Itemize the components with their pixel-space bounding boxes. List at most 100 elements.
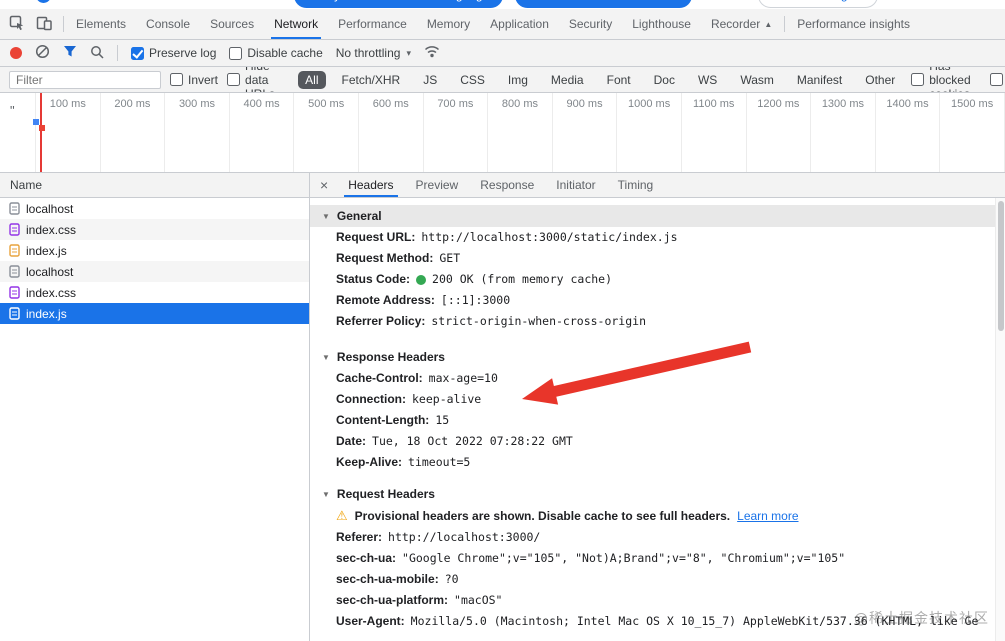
- checkbox-unchecked[interactable]: [911, 73, 925, 86]
- header-line: Connection: keep-alive: [336, 392, 482, 406]
- request-row-index-js[interactable]: index.js: [0, 240, 309, 261]
- timeline-tick: 1400 ms: [876, 93, 941, 172]
- provisional-headers-warning: ⚠ Provisional headers are shown. Disable…: [310, 505, 995, 527]
- match-language-button[interactable]: Always match Chrome's language: [294, 0, 504, 8]
- tab-lighthouse[interactable]: Lighthouse: [622, 9, 701, 39]
- tab-application[interactable]: Application: [480, 9, 559, 39]
- tab-sources[interactable]: Sources: [200, 9, 264, 39]
- preserve-log-checkbox[interactable]: Preserve log: [131, 46, 216, 60]
- banner-message: DevTools is now available in Chinese!: [59, 0, 268, 2]
- waterfall-marker: [33, 119, 47, 133]
- filter-pill-media[interactable]: Media: [544, 71, 591, 89]
- section-general[interactable]: ▼ General: [310, 205, 995, 227]
- filter-pill-css[interactable]: CSS: [453, 71, 492, 89]
- recorder-preview-badge-icon: ▲: [764, 19, 773, 29]
- scrollbar-thumb[interactable]: [997, 201, 1004, 331]
- network-overview-timeline[interactable]: 100 ms 200 ms 300 ms 400 ms 500 ms 600 m…: [0, 93, 1005, 173]
- tab-security[interactable]: Security: [559, 9, 622, 39]
- tab-memory[interactable]: Memory: [417, 9, 480, 39]
- disclosure-triangle-icon: ▼: [322, 352, 330, 362]
- filter-pill-other[interactable]: Other: [858, 71, 902, 89]
- network-conditions-icon[interactable]: [424, 45, 440, 61]
- tab-response[interactable]: Response: [469, 173, 545, 197]
- blocked-requests-checkbox[interactable]: [990, 73, 1003, 86]
- document-icon: [9, 202, 20, 215]
- filter-pill-doc[interactable]: Doc: [647, 71, 682, 89]
- clear-icon[interactable]: [35, 44, 50, 62]
- filter-pill-all[interactable]: All: [298, 70, 326, 89]
- tab-network[interactable]: Network: [264, 9, 328, 39]
- record-button[interactable]: [10, 47, 22, 59]
- switch-to-chinese-button[interactable]: Switch DevTools to Chinese: [515, 0, 692, 8]
- timeline-origin: [0, 93, 36, 172]
- header-line: Keep-Alive: timeout=5: [336, 455, 471, 469]
- timeline-tick: 800 ms: [488, 93, 553, 172]
- filter-pill-fetch-xhr[interactable]: Fetch/XHR: [335, 71, 408, 89]
- vertical-scrollbar[interactable]: [995, 198, 1005, 641]
- request-row-localhost[interactable]: localhost: [0, 261, 309, 282]
- checkbox-unchecked[interactable]: [229, 46, 243, 60]
- hide-data-urls-checkbox[interactable]: Hide data URLs: [227, 67, 289, 92]
- filter-pill-font[interactable]: Font: [600, 71, 638, 89]
- search-icon[interactable]: [90, 45, 104, 62]
- tab-elements[interactable]: Elements: [66, 9, 136, 39]
- network-toolbar: Preserve log Disable cache No throttling…: [0, 40, 1005, 67]
- tab-performance-insights[interactable]: Performance insights: [787, 9, 920, 39]
- header-line: Request Method: GET: [336, 251, 461, 265]
- header-line: Remote Address: [::1]:3000: [336, 293, 511, 307]
- language-banner: i DevTools is now available in Chinese! …: [0, 0, 1005, 9]
- timeline-tick: 400 ms: [230, 93, 295, 172]
- dont-show-again-button[interactable]: Don't show again: [757, 0, 878, 8]
- css-file-icon: [9, 286, 20, 299]
- request-row-index-css[interactable]: index.css: [0, 282, 309, 303]
- timeline-tick: 200 ms: [101, 93, 166, 172]
- filter-pill-js[interactable]: JS: [416, 71, 444, 89]
- divider: [117, 45, 118, 61]
- tab-headers[interactable]: Headers: [337, 173, 404, 197]
- header-line: Content-Length: 15: [336, 413, 450, 427]
- timeline-tick: 500 ms: [294, 93, 359, 172]
- document-icon: [9, 265, 20, 278]
- timeline-tick: 300 ms: [165, 93, 230, 172]
- request-row-localhost[interactable]: localhost: [0, 198, 309, 219]
- request-row-index-css[interactable]: index.css: [0, 219, 309, 240]
- filter-icon[interactable]: [63, 45, 77, 61]
- tab-initiator[interactable]: Initiator: [545, 173, 606, 197]
- disclosure-triangle-icon: ▼: [322, 211, 330, 221]
- section-request-headers[interactable]: ▼ Request Headers: [310, 483, 995, 505]
- device-toolbar-icon[interactable]: [36, 15, 52, 34]
- details-tabbar: × Headers Preview Response Initiator Tim…: [310, 173, 1005, 198]
- checkbox-unchecked[interactable]: [227, 73, 241, 86]
- request-list-panel: Name localhost index.css index.js localh…: [0, 173, 310, 641]
- throttling-dropdown[interactable]: No throttling ▾: [336, 46, 411, 60]
- checkbox-unchecked[interactable]: [170, 73, 183, 86]
- has-blocked-cookies-checkbox[interactable]: Has blocked cookies: [911, 67, 984, 92]
- watermark: @稀土掘金技术社区: [854, 611, 989, 627]
- tab-performance[interactable]: Performance: [328, 9, 417, 39]
- section-response-headers[interactable]: ▼ Response Headers: [310, 346, 995, 368]
- tab-preview[interactable]: Preview: [405, 173, 470, 197]
- timeline-tick: 1300 ms: [811, 93, 876, 172]
- timeline-tick: 900 ms: [553, 93, 618, 172]
- checkbox-checked[interactable]: [131, 46, 144, 60]
- request-row-index-js-selected[interactable]: index.js: [0, 303, 309, 324]
- tab-timing[interactable]: Timing: [607, 173, 665, 197]
- filter-pill-manifest[interactable]: Manifest: [790, 71, 849, 89]
- header-line: Request URL: http://localhost:3000/stati…: [336, 230, 678, 244]
- filter-pill-wasm[interactable]: Wasm: [733, 71, 781, 89]
- learn-more-link[interactable]: Learn more: [737, 505, 798, 527]
- invert-checkbox[interactable]: Invert: [170, 73, 218, 87]
- header-line: Status Code: 200 OK (from memory cache): [336, 272, 613, 286]
- header-line: Referrer Policy: strict-origin-when-cros…: [336, 314, 647, 328]
- tab-recorder[interactable]: Recorder ▲: [701, 9, 782, 39]
- name-column-header[interactable]: Name: [0, 173, 309, 198]
- headers-pane: ▼ General Request URL: http://localhost:…: [310, 198, 995, 641]
- inspect-element-icon[interactable]: [9, 15, 25, 34]
- filter-pill-img[interactable]: Img: [501, 71, 535, 89]
- disable-cache-checkbox[interactable]: Disable cache: [229, 46, 323, 60]
- header-line: Date: Tue, 18 Oct 2022 07:28:22 GMT: [336, 434, 573, 448]
- close-icon[interactable]: ×: [310, 173, 337, 197]
- filter-input[interactable]: [9, 70, 161, 89]
- filter-pill-ws[interactable]: WS: [691, 71, 724, 89]
- tab-console[interactable]: Console: [136, 9, 200, 39]
